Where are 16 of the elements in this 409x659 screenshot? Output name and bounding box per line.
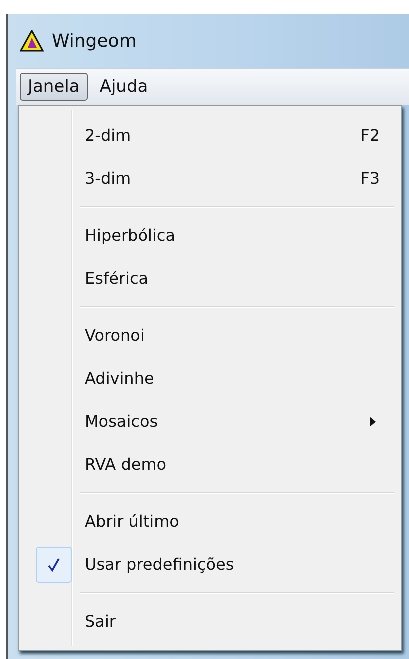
menu-bar-item[interactable]: Janela [20, 73, 88, 101]
menu-item[interactable]: 3-dim F3 [22, 157, 398, 200]
triangle-icon [20, 30, 44, 52]
submenu-arrow-icon [370, 416, 376, 426]
menu-item[interactable]: Esférica [22, 257, 398, 300]
menu-item[interactable]: Adivinhe [22, 357, 398, 400]
menu-item[interactable]: 2-dim F2 [22, 114, 398, 157]
menu-item[interactable]: Mosaicos [22, 400, 398, 443]
menu-item[interactable]: Abrir último [22, 500, 398, 543]
menu-item[interactable]: Sair [22, 600, 398, 643]
menu-item[interactable]: Usar predefinições [22, 543, 398, 586]
menu-item[interactable]: Hiperbólica [22, 214, 398, 257]
window-title: Wingeom [52, 30, 137, 52]
menu-item[interactable]: Voronoi [22, 314, 398, 357]
menu-bar-item[interactable]: Ajuda [92, 73, 156, 101]
menu-item[interactable]: RVA demo [22, 443, 398, 486]
